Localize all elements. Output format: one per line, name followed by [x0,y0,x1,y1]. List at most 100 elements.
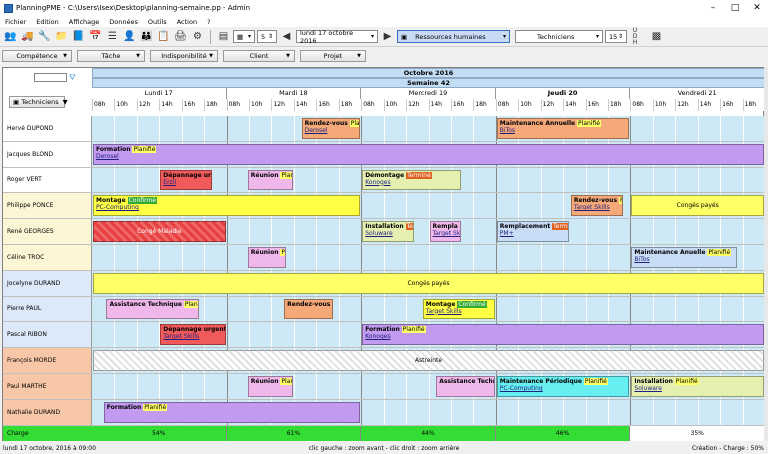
task-block[interactable]: Dépannage urge ConfirméErzil [160,169,213,191]
resource-name[interactable]: Jacques BLOND [3,141,92,167]
menu-affichage[interactable]: Affichage [64,18,105,26]
task-client-link[interactable]: BiTos [634,256,734,263]
resource-timeline[interactable]: Dépannage urgent PlanifiéTarget Skills Fo… [92,322,765,348]
absence-block[interactable]: Astreinte [93,350,764,371]
task-block[interactable]: Formation Planifié Derosel [93,143,764,165]
report-icon[interactable]: 📋 [156,29,171,44]
day-header[interactable]: Vendredi 21 [630,88,765,99]
menu-action[interactable]: Action [172,18,202,26]
user-card-icon[interactable]: 👤 [122,29,137,44]
resource-name[interactable]: Hervé DUPOND [3,116,92,141]
task-block[interactable]: Remplacement TerminéPM+ [496,221,569,242]
task-block[interactable]: Réunion Planifié [247,376,293,397]
task-client-link[interactable]: BiTos [500,127,627,134]
menu-fichier[interactable]: Fichier [0,18,31,26]
resource-name[interactable]: Jocelyne DURAND [3,270,92,296]
resource-name[interactable]: Philippe PONCE [3,193,92,219]
task-block[interactable]: Maintenance Annuelle Planifié BiTos [496,118,630,139]
task-block[interactable]: Dépannage urgent PlanifiéTarget Skills [160,324,226,346]
day-header[interactable]: Mercredi 19 [361,88,496,99]
task-client-link[interactable]: PM+ [500,230,566,237]
task-block[interactable]: Maintenance Anuelle Planifié BiTos [631,247,738,268]
book-icon[interactable]: 📘 [71,29,86,44]
resource-timeline[interactable]: Congé Maladie Installation TermSoluware Re… [92,219,765,244]
resource-name[interactable]: Céline TROC [3,245,92,270]
display-options-icon[interactable]: ▤ [216,29,231,44]
filter-indisponibilite[interactable]: Indisponibilité ▼ [150,49,218,62]
resource-timeline[interactable]: Formation Planifié [92,399,765,425]
resource-name[interactable]: Pierre PAUL [3,296,92,322]
task-client-link[interactable]: Derosel [305,127,358,134]
resource-name[interactable]: Roger VERT [3,167,92,193]
maximize-button[interactable]: □ [724,0,746,16]
resource-timeline[interactable]: Dépannage urge ConfirméErzil Réunion Plan… [92,167,765,193]
resource-timeline[interactable]: Astreinte [92,348,765,373]
task-block[interactable]: Rendez-vous PlanifiéDerosel [301,118,361,139]
task-client-link[interactable]: Soluware [365,230,411,237]
vertical-scrollbar[interactable] [764,67,768,441]
next-arrow-icon[interactable]: ▶ [380,29,395,44]
task-client-link[interactable]: Derosel [96,153,761,160]
resource-name[interactable]: Nathalie DURAND [3,399,92,425]
filter-funnel-icon[interactable]: ⛛ [69,73,76,83]
task-block[interactable]: Réunion Planifié [247,169,293,191]
resource-name[interactable]: François MORDE [3,348,92,373]
task-client-link[interactable]: Konoges [365,333,761,340]
task-client-link[interactable]: Target Skills [574,204,620,211]
udh-scale-icon[interactable]: UDH [629,27,641,45]
list-icon[interactable]: ☰ [105,29,120,44]
resource-timeline[interactable]: Rendez-vous PlanifiéDerosel Maintenance A… [92,116,765,141]
close-button[interactable]: ✕ [746,0,768,16]
day-header[interactable]: Mardi 18 [226,88,362,99]
tools-icon[interactable]: 🔧 [37,29,52,44]
filter-competence[interactable]: Compétence ▼ [2,49,72,62]
absence-block[interactable]: Congés payés [93,272,764,294]
task-client-link[interactable]: Konoges [365,179,458,186]
task-block[interactable]: Installation TermSoluware [362,221,415,242]
group-by-button[interactable]: ▣ Techniciens ▼ [9,96,68,108]
resource-name[interactable]: Pascal RIBON [3,322,92,348]
day-header[interactable]: Lundi 17 [92,88,227,99]
task-block[interactable]: Rempla PlanifiéTarget Sk [429,221,462,242]
resource-timeline[interactable]: Réunion Planifié Assistance Techni Planif… [92,374,765,399]
truck-icon[interactable]: 🚚 [20,29,35,44]
day-header[interactable]: Jeudi 20 [495,88,631,99]
resource-timeline[interactable]: Assistance Technique Planifié Rendez-vous… [92,296,765,322]
folder-icon[interactable]: 📁 [54,29,69,44]
task-block[interactable]: Installation Planifié Soluware [631,376,764,397]
task-client-link[interactable]: Erzil [163,179,209,186]
resource-timeline[interactable]: Réunion Pla Maintenance Anuelle PlanifiéB… [92,245,765,270]
task-block[interactable]: Montage Confirmé Target Skills [422,298,495,320]
task-client-link[interactable]: Target Skills [426,308,492,315]
task-block[interactable]: Maintenance Périodique Planifié PC-Comput… [496,376,630,397]
color-palette-icon[interactable]: ▩ [649,29,664,44]
filter-tache[interactable]: Tâche ▼ [77,49,145,62]
filter-projet[interactable]: Projet ▼ [300,49,366,62]
task-block[interactable]: Formation Planifié Konoges [362,324,764,346]
resource-search-input[interactable] [34,73,67,82]
task-client-link[interactable]: PC-Computing [500,385,627,392]
calendar-icon[interactable]: 📅 [88,29,103,44]
row-count-spinner[interactable]: 15 ⇕ [605,30,627,43]
task-block[interactable]: Montage Confirmé PC-Computing [93,195,361,217]
menu-edition[interactable]: Edition [31,18,64,26]
absence-block[interactable]: Congé Maladie [93,221,226,242]
task-block[interactable]: Assistance Technique Planifié [106,298,199,320]
task-block[interactable]: Assistance Techni Planifié [436,376,495,397]
task-client-link[interactable]: Target Skills [163,333,222,340]
task-block[interactable]: Démontage Terminé Konoges [362,169,462,191]
resource-timeline[interactable]: Congés payés Montage Confirmé PC-Computing… [92,193,765,219]
resource-filter-select[interactable]: Techniciens ▾ [515,30,603,43]
resource-type-select[interactable]: ▣ Ressources humaines ▾ [397,30,510,43]
prev-arrow-icon[interactable]: ◀ [279,29,294,44]
page-spinner[interactable]: 5 ⇕ [257,30,277,43]
task-block[interactable]: Rendez-vous Pla [284,298,334,320]
view-mode-select[interactable]: ▦ ▾ [233,30,255,43]
filter-client[interactable]: Client ▼ [223,49,295,62]
task-client-link[interactable]: PC-Computing [96,204,357,211]
menu-donnees[interactable]: Données [104,18,143,26]
resource-timeline[interactable]: Congés payés [92,270,765,296]
task-block[interactable]: Réunion Pla [247,247,287,268]
resource-name[interactable]: René GEORGES [3,219,92,244]
menu-help[interactable]: ? [202,18,215,26]
